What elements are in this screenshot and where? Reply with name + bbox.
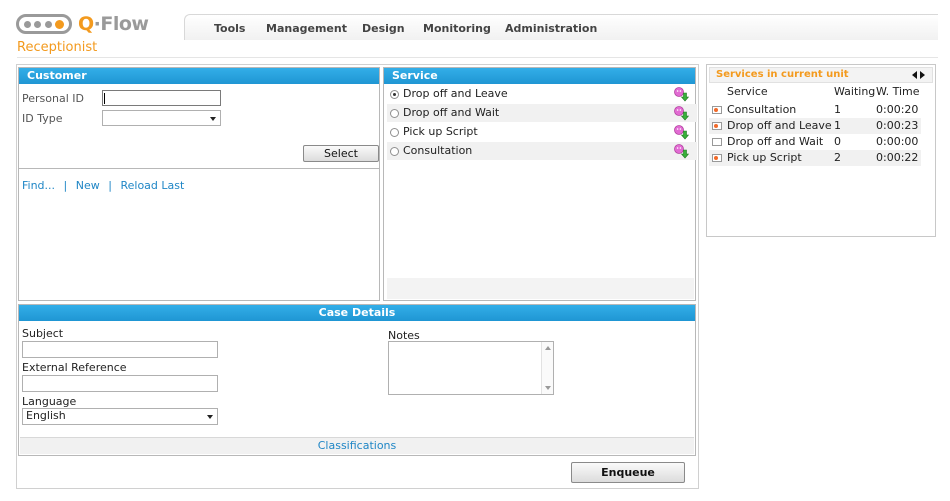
id-type-select[interactable] xyxy=(102,110,221,126)
unit-waiting-count: 1 xyxy=(834,119,841,132)
service-option[interactable]: Consultation xyxy=(387,142,697,160)
services-in-unit-panel: Services in current unit Service Waiting… xyxy=(706,64,936,237)
table-row[interactable]: Drop off and Leave 1 0:00:23 xyxy=(709,118,921,134)
header-divider xyxy=(17,57,938,58)
scroll-up-icon[interactable] xyxy=(545,346,551,350)
language-label: Language xyxy=(22,395,77,408)
text-cursor xyxy=(104,93,105,104)
external-reference-input[interactable] xyxy=(22,375,218,392)
add-to-queue-icon[interactable] xyxy=(673,143,689,159)
service-option-label: Consultation xyxy=(403,144,473,157)
find-link[interactable]: Find... xyxy=(22,179,55,192)
add-to-queue-icon[interactable] xyxy=(673,105,689,121)
service-option-label: Drop off and Leave xyxy=(403,87,508,100)
reload-last-link[interactable]: Reload Last xyxy=(120,179,184,192)
select-button[interactable]: Select xyxy=(303,145,379,162)
unit-service-name: Drop off and Wait xyxy=(727,135,824,148)
customer-panel: Customer Personal ID ID Type Select Find… xyxy=(18,67,380,301)
radio-button[interactable] xyxy=(390,90,399,99)
col-waiting: Waiting xyxy=(834,85,876,98)
personal-id-input[interactable] xyxy=(102,90,221,106)
radio-button[interactable] xyxy=(390,109,399,118)
unit-waiting-count: 2 xyxy=(834,151,841,164)
case-details-title: Case Details xyxy=(19,305,695,321)
arrow-left-icon[interactable] xyxy=(912,71,917,79)
service-option[interactable]: Drop off and Wait xyxy=(387,104,697,122)
table-row[interactable]: Consultation 1 0:00:20 xyxy=(709,102,921,118)
brand-name: Q·Flow xyxy=(78,13,149,35)
unit-wait-time: 0:00:00 xyxy=(876,135,919,148)
radio-button[interactable] xyxy=(390,147,399,156)
unit-service-name: Pick up Script xyxy=(727,151,802,164)
role-title: Receptionist xyxy=(17,40,98,55)
case-details-panel: Case Details Subject External Reference … xyxy=(18,304,696,456)
customer-divider xyxy=(19,168,379,169)
table-row[interactable]: Drop off and Wait 0 0:00:00 xyxy=(709,134,921,150)
unit-service-name: Consultation xyxy=(727,103,797,116)
top-navigation: Tools Management Design Monitoring Admin… xyxy=(184,14,938,40)
customer-panel-title: Customer xyxy=(19,68,379,84)
col-wait-time: W. Time xyxy=(876,85,920,98)
radio-button[interactable] xyxy=(390,128,399,137)
subject-input[interactable] xyxy=(22,341,218,358)
table-row[interactable]: Pick up Script 2 0:00:22 xyxy=(709,150,921,166)
external-reference-label: External Reference xyxy=(22,361,127,374)
service-panel-footer xyxy=(387,278,694,299)
classifications-bar[interactable]: Classifications xyxy=(20,437,694,454)
unit-waiting-count: 1 xyxy=(834,103,841,116)
scroll-down-icon[interactable] xyxy=(545,386,551,390)
new-link[interactable]: New xyxy=(76,179,100,192)
nav-management[interactable]: Management xyxy=(266,22,347,35)
unit-wait-time: 0:00:22 xyxy=(876,151,919,164)
nav-tools[interactable]: Tools xyxy=(214,22,245,35)
unit-wait-time: 0:00:20 xyxy=(876,103,919,116)
id-type-label: ID Type xyxy=(22,112,63,125)
unit-waiting-count: 0 xyxy=(834,135,841,148)
service-option[interactable]: Drop off and Leave xyxy=(387,85,697,103)
service-option-label: Pick up Script xyxy=(403,125,478,138)
nav-administration[interactable]: Administration xyxy=(505,22,597,35)
service-status-icon xyxy=(712,122,722,130)
service-option[interactable]: Pick up Script xyxy=(387,123,697,141)
notes-textarea[interactable] xyxy=(388,341,554,395)
service-option-label: Drop off and Wait xyxy=(403,106,500,119)
customer-links: Find... | New | Reload Last xyxy=(22,179,185,192)
add-to-queue-icon[interactable] xyxy=(673,124,689,140)
service-panel: Service Drop off and Leave Drop off and W… xyxy=(383,67,697,301)
personal-id-label: Personal ID xyxy=(22,92,84,105)
logo-dots-icon xyxy=(16,14,72,34)
nav-monitoring[interactable]: Monitoring xyxy=(423,22,491,35)
add-to-queue-icon[interactable] xyxy=(673,86,689,102)
chevron-down-icon xyxy=(210,117,216,121)
notes-scrollbar[interactable] xyxy=(541,342,553,394)
col-service: Service xyxy=(727,85,768,98)
nav-design[interactable]: Design xyxy=(362,22,405,35)
subject-label: Subject xyxy=(22,327,64,340)
enqueue-button[interactable]: Enqueue xyxy=(571,462,685,483)
services-in-unit-title: Services in current unit xyxy=(709,67,933,83)
chevron-down-icon xyxy=(207,415,213,419)
service-status-icon xyxy=(712,154,722,162)
unit-service-name: Drop off and Leave xyxy=(727,119,832,132)
service-status-icon xyxy=(712,106,722,114)
service-status-icon xyxy=(712,138,722,146)
language-select[interactable]: English xyxy=(22,408,218,425)
service-panel-title: Service xyxy=(384,68,695,84)
unit-wait-time: 0:00:23 xyxy=(876,119,919,132)
arrow-right-icon[interactable] xyxy=(920,71,925,79)
qflow-logo: Q·Flow xyxy=(16,12,149,36)
